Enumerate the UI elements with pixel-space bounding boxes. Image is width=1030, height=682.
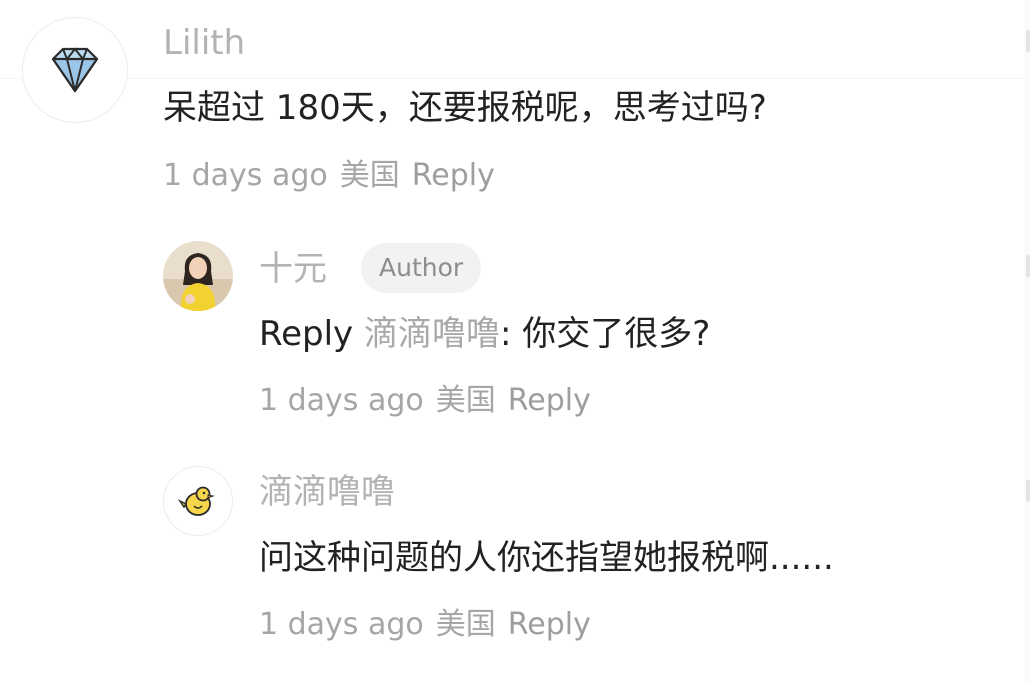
duck-icon (177, 486, 215, 516)
comment-text: 呆超过 180天，还要报税呢，思考过吗? (163, 88, 767, 128)
divider (0, 78, 1030, 79)
scrollbar-mark (1026, 255, 1030, 277)
scrollbar-mark (1026, 480, 1030, 502)
reply-content: : 你交了很多? (499, 314, 711, 354)
user-photo-avatar (163, 241, 233, 311)
location: 美国 (339, 158, 400, 193)
reply-text: 问这种问题的人你还指望她报税啊...... (259, 538, 834, 578)
timestamp: 1 days ago (259, 607, 424, 642)
reply-text: Reply 滴滴噜噜: 你交了很多? (259, 317, 710, 351)
comment-meta: 1 days ago 美国 Reply (163, 161, 495, 191)
timestamp: 1 days ago (163, 158, 328, 193)
reply-button[interactable]: Reply (508, 383, 591, 418)
username[interactable]: Lilith (163, 26, 245, 60)
timestamp: 1 days ago (259, 383, 424, 418)
reply-meta: 1 days ago 美国 Reply (259, 610, 591, 640)
mention-link[interactable]: 滴滴噜噜 (364, 314, 500, 354)
username[interactable]: 十元 (259, 252, 327, 286)
username[interactable]: 滴滴噜噜 (259, 475, 395, 509)
avatar[interactable] (22, 17, 128, 123)
location: 美国 (435, 607, 496, 642)
avatar[interactable] (163, 241, 233, 311)
location: 美国 (435, 383, 496, 418)
diamond-icon (51, 47, 99, 93)
reply-button[interactable]: Reply (412, 158, 495, 193)
reply-prefix: Reply (259, 314, 354, 354)
scrollbar-mark (1026, 30, 1030, 52)
reply-meta: 1 days ago 美国 Reply (259, 386, 591, 416)
author-badge: Author (361, 243, 482, 293)
scrollbar[interactable] (1024, 0, 1030, 682)
reply-button[interactable]: Reply (508, 607, 591, 642)
avatar[interactable] (163, 466, 233, 536)
